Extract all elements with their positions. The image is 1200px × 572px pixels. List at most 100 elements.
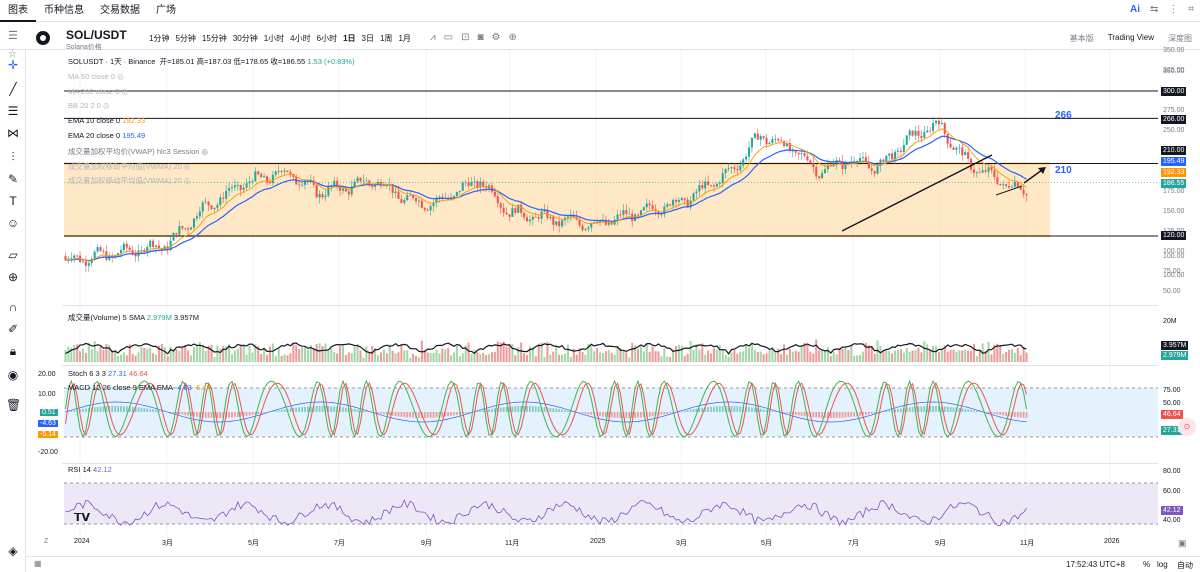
swap-icon[interactable]: ⇆ [1150, 4, 1158, 15]
view-depth[interactable]: 深度图 [1168, 33, 1192, 44]
tab-trade-data[interactable]: 交易数据 [92, 0, 148, 22]
interval-3d[interactable]: 3日 [359, 33, 377, 44]
macd-hist-bar [234, 412, 236, 418]
macd-hist-bar [730, 406, 733, 412]
volume-bar [467, 342, 470, 362]
floating-action-icon[interactable]: ⊙ [1178, 418, 1196, 436]
volume-bar [137, 352, 140, 362]
candle-body [210, 205, 213, 210]
view-basic[interactable]: 基本版 [1070, 33, 1094, 44]
candle-body [926, 130, 929, 133]
eye-off-icon[interactable]: ◎ [184, 162, 191, 171]
legend-vwma1[interactable]: 成交量加权移动平均值(VWMA) 20 ◎ [68, 161, 190, 172]
tradingview-logo-icon[interactable]: 𝗧𝗩 [74, 511, 90, 524]
legend-ma200[interactable]: MA 200 close 0 ◎ [68, 87, 128, 96]
macd-hist-bar [99, 406, 102, 412]
alert-icon[interactable]: ⊡ [461, 32, 469, 43]
volume-bar [447, 348, 450, 362]
eye-off-icon[interactable]: ◎ [184, 176, 191, 185]
candle-body [660, 214, 663, 216]
volume-bar [99, 346, 102, 362]
macd-hist-bar [920, 406, 923, 412]
volume-bar [952, 349, 955, 362]
legend-macd[interactable]: MACD 12 26 close 9 EMA EMA -4.63 -5.14 [68, 383, 211, 392]
ai-icon[interactable]: Ai [1130, 4, 1140, 15]
view-tradingview[interactable]: Trading View [1108, 33, 1154, 44]
goto-realtime-icon[interactable]: ▣ [1178, 538, 1187, 549]
candle-body [254, 171, 257, 182]
templates-icon[interactable]: ▭ [444, 32, 453, 43]
legend-vwma2[interactable]: 成交量加权移动平均值(VWMA) 20 ◎ [68, 175, 190, 186]
candle-body [321, 194, 324, 198]
legend-vwap[interactable]: 成交量加权平均价(VWAP) hlc3 Session ◎ [68, 146, 208, 157]
legend-ema10[interactable]: EMA 10 close 0 192.33 [68, 116, 145, 125]
stoch-pane-divider[interactable] [62, 365, 1158, 366]
volume-bar [64, 349, 67, 362]
candle-body [178, 226, 181, 235]
legend-ema20[interactable]: EMA 20 close 0 195.49 [68, 131, 145, 140]
interval-15m[interactable]: 15分钟 [199, 33, 230, 44]
interval-1h[interactable]: 1小时 [261, 33, 287, 44]
volume-bar [523, 353, 526, 362]
timezone-icon[interactable]: Z [44, 538, 48, 545]
tab-square[interactable]: 广场 [148, 0, 184, 22]
candle-body [1007, 186, 1011, 188]
volume-bar [476, 352, 479, 362]
indicators-icon[interactable]: ⩘ [430, 32, 436, 43]
legend-ma50[interactable]: MA 50 close 0 ◎ [68, 72, 124, 81]
eye-off-icon[interactable]: ◎ [117, 72, 124, 81]
macd-hist-bar [295, 407, 298, 412]
candle-body [707, 181, 710, 185]
volume-bar [575, 354, 578, 362]
legend-rsi[interactable]: RSI 14 42.12 [68, 465, 112, 474]
rsi-pane-divider[interactable] [62, 463, 1158, 464]
volume-bar [742, 351, 745, 362]
chart-canvas[interactable] [0, 50, 1200, 572]
eye-off-icon[interactable]: ◎ [121, 87, 128, 96]
auto-toggle[interactable]: 自动 [1177, 560, 1193, 571]
annotation-210[interactable]: 210 [1055, 165, 1072, 176]
interval-1d[interactable]: 1日 [340, 33, 358, 44]
volume-pane-divider[interactable] [62, 305, 1158, 306]
volume-bar [692, 349, 695, 362]
volume-bar [563, 353, 567, 362]
interval-30m[interactable]: 30分钟 [230, 33, 261, 44]
more-icon[interactable]: ⋮ [1168, 4, 1178, 15]
interval-1w[interactable]: 1周 [377, 33, 395, 44]
candle-body [263, 176, 266, 178]
volume-bar [785, 354, 789, 362]
date-range-icon[interactable]: ▦ [34, 559, 42, 568]
macd-hist-bar [599, 412, 601, 417]
tab-chart[interactable]: 图表 [0, 0, 36, 22]
candle-body [122, 243, 125, 251]
interval-4h[interactable]: 4小时 [287, 33, 313, 44]
macd-hist-bar [155, 409, 157, 412]
eye-off-icon[interactable]: ◎ [103, 101, 110, 110]
legend-stoch[interactable]: Stoch 6 3 3 27.31 46.64 [68, 369, 148, 378]
macd-hist-bar [844, 412, 847, 418]
candle-body [821, 173, 824, 179]
interval-1mo[interactable]: 1月 [395, 33, 413, 44]
tab-coin-info[interactable]: 币种信息 [36, 0, 92, 22]
candle-body [505, 212, 508, 215]
symbol-title[interactable]: SOL/USDT [66, 28, 127, 42]
interval-1m[interactable]: 1分钟 [146, 33, 172, 44]
legend-volume[interactable]: 成交量(Volume) 5 SMA 2.979M 3.957M [68, 312, 199, 323]
legend-bb[interactable]: BB 20 2 0 ◎ [68, 101, 110, 110]
camera-icon[interactable]: ◙ [477, 32, 483, 43]
interval-5m[interactable]: 5分钟 [172, 33, 198, 44]
candle-body [102, 250, 105, 252]
volume-bar [654, 351, 657, 362]
eye-off-icon[interactable]: ◎ [202, 147, 209, 156]
layout-icon[interactable]: ⌗ [1188, 4, 1194, 15]
candle-body [561, 220, 564, 227]
percent-toggle[interactable]: % [1143, 560, 1150, 569]
menu-icon[interactable]: ☰ [8, 29, 18, 42]
volume-bar [102, 349, 105, 362]
settings-icon[interactable]: ⚙ [492, 32, 501, 43]
log-toggle[interactable]: log [1157, 560, 1168, 569]
fullscreen-icon[interactable]: ⊕ [509, 32, 517, 43]
macd-hist-bar [1005, 412, 1007, 416]
annotation-266[interactable]: 266 [1055, 110, 1072, 121]
interval-6h[interactable]: 6小时 [314, 33, 340, 44]
